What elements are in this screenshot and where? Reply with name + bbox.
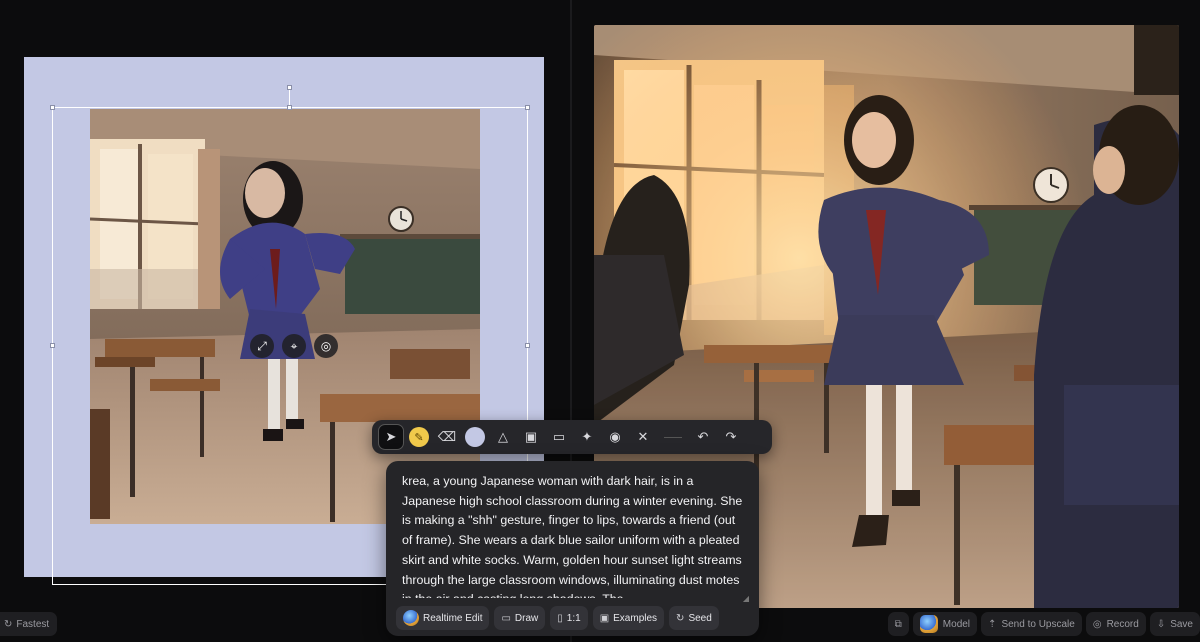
prompt-textarea[interactable]: krea, a young Japanese woman with dark h… xyxy=(402,472,747,598)
upscale-label: Send to Upscale xyxy=(1001,618,1075,630)
resize-handle-top-right[interactable] xyxy=(525,105,530,110)
image-tool-button[interactable]: ▣ xyxy=(518,424,544,450)
copy-button[interactable]: ⧉ xyxy=(887,612,909,636)
model-thumbnail-icon xyxy=(919,615,938,633)
trash-icon: ✕ xyxy=(637,429,649,444)
send-to-upscale-button[interactable]: ⇡ Send to Upscale xyxy=(981,612,1082,636)
model-orb-icon xyxy=(403,610,419,626)
app-root: ⤢ ⌖ ◎ ➤ ✎ ⌫ △ ▣ ▭ ✦ ◉ ✕ ↶ ↷ krea, a youn… xyxy=(0,0,1200,642)
shapes-tool-button[interactable]: △ xyxy=(490,424,516,450)
object-actions: ⤢ ⌖ ◎ xyxy=(250,334,338,358)
save-button[interactable]: ⇩ Save xyxy=(1149,612,1200,636)
image-icon: ▣ xyxy=(524,429,538,444)
upscale-icon: ⇡ xyxy=(988,618,997,630)
pencil-icon: ✎ xyxy=(409,427,429,447)
draw-icon: ▭ xyxy=(501,612,511,624)
save-label: Save xyxy=(1170,618,1193,630)
examples-icon: ▣ xyxy=(599,612,610,624)
seed-label: Seed xyxy=(688,612,712,624)
folder-icon: ▭ xyxy=(552,429,566,444)
realtime-edit-button[interactable]: Realtime Edit xyxy=(396,606,490,630)
examples-button[interactable]: ▣ Examples xyxy=(592,606,665,630)
rotate-handle[interactable] xyxy=(287,85,292,90)
record-button[interactable]: ◎ Record xyxy=(1085,612,1146,636)
download-icon: ⇩ xyxy=(1156,618,1166,630)
eraser-tool-button[interactable]: ⌫ xyxy=(434,424,460,450)
draw-label: Draw xyxy=(514,612,539,624)
model-button[interactable]: Model xyxy=(912,612,978,636)
resize-handle-top-left[interactable] xyxy=(50,105,55,110)
undo-icon: ↶ xyxy=(697,429,709,444)
seed-button[interactable]: ↻ Seed xyxy=(669,606,719,630)
redo-button[interactable]: ↷ xyxy=(718,424,744,450)
toolbar-separator xyxy=(664,436,682,438)
realtime-edit-label: Realtime Edit xyxy=(423,612,483,624)
model-label: Model xyxy=(942,618,971,630)
drawing-toolbar: ➤ ✎ ⌫ △ ▣ ▭ ✦ ◉ ✕ ↶ ↷ xyxy=(372,420,772,454)
prompt-controls: Realtime Edit ▭ Draw ▯ 1:1 ▣ Examples ↻ … xyxy=(396,606,719,630)
record-label: Record xyxy=(1106,618,1139,630)
resize-grip-icon[interactable]: ◢ xyxy=(743,594,749,603)
copy-icon: ⧉ xyxy=(894,618,902,630)
camera-icon: ◉ xyxy=(609,429,621,444)
resize-handle-right[interactable] xyxy=(525,343,530,348)
speed-label: Fastest xyxy=(16,618,50,630)
eraser-icon: ⌫ xyxy=(437,429,457,444)
ai-tool-button[interactable]: ✦ xyxy=(574,424,600,450)
speed-selector[interactable]: ↻ Fastest xyxy=(0,612,58,636)
examples-label: Examples xyxy=(613,612,658,624)
resize-handle-top[interactable] xyxy=(287,105,292,110)
cursor-icon: ➤ xyxy=(385,429,397,444)
brush-tool-button[interactable]: ✎ xyxy=(406,424,432,450)
seed-refresh-icon: ↻ xyxy=(676,612,685,624)
camera-tool-button[interactable]: ◉ xyxy=(602,424,628,450)
prompt-panel: krea, a young Japanese woman with dark h… xyxy=(386,461,759,636)
select-tool-button[interactable]: ➤ xyxy=(378,424,404,450)
delete-tool-button[interactable]: ✕ xyxy=(630,424,656,450)
color-picker-button[interactable] xyxy=(462,424,488,450)
aspect-ratio-label: 1:1 xyxy=(566,612,581,624)
draw-button[interactable]: ▭ Draw xyxy=(494,606,546,630)
aperture-icon[interactable]: ◎ xyxy=(314,334,338,358)
aspect-ratio-button[interactable]: ▯ 1:1 xyxy=(550,606,588,630)
aspect-ratio-icon: ▯ xyxy=(557,612,563,624)
undo-button[interactable]: ↶ xyxy=(690,424,716,450)
resize-handle-left[interactable] xyxy=(50,343,55,348)
speed-icon: ↻ xyxy=(4,618,13,630)
expand-icon[interactable]: ⤢ xyxy=(250,334,274,358)
output-actions-bar: ⧉ Model ⇡ Send to Upscale ◎ Record ⇩ Sav… xyxy=(887,612,1200,636)
crop-icon[interactable]: ⌖ xyxy=(282,334,306,358)
record-icon: ◎ xyxy=(1092,618,1102,630)
folder-tool-button[interactable]: ▭ xyxy=(546,424,572,450)
shapes-icon: △ xyxy=(498,429,508,444)
color-swatch-icon xyxy=(465,427,485,447)
redo-icon: ↷ xyxy=(725,429,737,444)
sparkle-icon: ✦ xyxy=(581,429,593,444)
